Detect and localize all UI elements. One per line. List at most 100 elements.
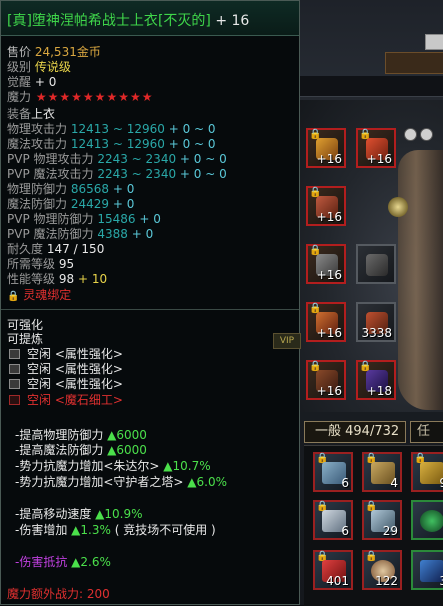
label: 级别 bbox=[7, 60, 32, 74]
can-enhance: 可强化 bbox=[7, 318, 43, 332]
price-row: 售价 24,531金币 bbox=[7, 45, 101, 59]
enhance-level: +16 bbox=[316, 384, 342, 398]
socket-slot-3: 空闲 <属性强化> bbox=[27, 377, 123, 391]
inventory-slot[interactable]: 🔒 4 bbox=[362, 452, 402, 492]
star-icon: ★ bbox=[71, 90, 82, 104]
hud-item-bar[interactable] bbox=[385, 52, 443, 74]
item-count: 3338 bbox=[361, 326, 392, 340]
inventory-slot[interactable] bbox=[411, 500, 443, 540]
phys-atk-row: 物理攻击力 12413 ~ 12960 + 0 ~ 0 bbox=[7, 122, 216, 136]
equip-slot-2[interactable]: 🔒 +16 bbox=[356, 128, 396, 168]
character-model bbox=[398, 150, 443, 410]
inventory-slot[interactable]: 🔒 29 bbox=[362, 500, 402, 540]
equip-slot-7[interactable]: 🔒 +16 bbox=[306, 360, 346, 400]
equip-slot-value: 上衣 bbox=[31, 107, 56, 121]
awaken-value: + 0 bbox=[34, 75, 57, 89]
extra-power-value: 200 bbox=[86, 587, 110, 601]
label: PVP 魔法防御力 bbox=[7, 227, 94, 241]
pvp-mag-atk-row: PVP 魔法攻击力 2243 ~ 2340 + 0 ~ 0 bbox=[7, 167, 227, 181]
item-base-name: 堕神涅帕希战士上衣 bbox=[31, 13, 158, 29]
perf-level-value: 98 bbox=[58, 272, 75, 286]
item-count: 3 bbox=[439, 575, 443, 587]
effect-value: ▲1.3% bbox=[71, 523, 111, 537]
item-tooltip: [真]堕神涅帕希战士上衣[不灭的] + 16 售价 24,531金币 级别 传说… bbox=[0, 0, 301, 605]
effect-label: -伤害抵抗 bbox=[15, 555, 68, 569]
socket-slot-4: 空闲 <魔石细工> bbox=[27, 393, 123, 407]
effect-label: -提高移动速度 bbox=[15, 507, 92, 521]
inventory-slot[interactable]: 🔒 122 bbox=[362, 550, 402, 590]
effect-label: -伤害增加 bbox=[15, 523, 68, 537]
grade-row: 级别 传说级 bbox=[7, 60, 71, 74]
pvp-mag-def-row: PVP 魔法防御力 4388 + 0 bbox=[7, 227, 153, 241]
effect-row-4: -势力抗魔力增加<守护者之塔> ▲6.0% bbox=[15, 475, 227, 489]
perf-level-bonus: + 10 bbox=[77, 272, 108, 286]
effect-value: ▲2.6% bbox=[71, 555, 111, 569]
stat-value: 2243 ~ 2340 bbox=[97, 152, 177, 166]
inventory-slot[interactable]: 🔒 401 bbox=[313, 550, 353, 590]
equip-slot-1[interactable]: 🔒 +16 bbox=[306, 128, 346, 168]
tab-general-inventory[interactable]: 一般 494/732 bbox=[304, 421, 406, 443]
effect-label: -势力抗魔力增加<朱达尔> bbox=[15, 459, 160, 473]
item-enhance-level: + 16 bbox=[215, 13, 250, 29]
durability-value: 147 / 150 bbox=[46, 242, 105, 256]
effect-label: -提高物理防御力 bbox=[15, 428, 104, 442]
inventory-slot[interactable]: 🔒 6 bbox=[313, 500, 353, 540]
radio-icon[interactable] bbox=[404, 128, 417, 141]
effect-row-3: -势力抗魔力增加<朱达尔> ▲10.7% bbox=[15, 459, 211, 473]
extra-power-row: 魔力额外战力: 200 bbox=[7, 587, 110, 601]
equip-slot-6[interactable]: 3338 bbox=[356, 302, 396, 342]
socket-slot-2: 空闲 <属性强化> bbox=[27, 362, 123, 376]
item-count: 6 bbox=[341, 524, 349, 538]
effect-label: -势力抗魔力增加<守护者之塔> bbox=[15, 475, 184, 489]
label: 魔法防御力 bbox=[7, 197, 68, 211]
divider bbox=[1, 309, 299, 310]
effect-row-6: -伤害增加 ▲1.3% ( 竞技场不可使用 ) bbox=[15, 523, 216, 537]
equip-slot-empty[interactable] bbox=[356, 244, 396, 284]
effect-row-1: -提高物理防御力 ▲6000 bbox=[15, 428, 147, 442]
soul-bind-text: 灵魂绑定 bbox=[23, 288, 72, 302]
effect-value: ▲6.0% bbox=[187, 475, 227, 489]
star-icon: ★ bbox=[129, 90, 141, 104]
stat-value: 12413 ~ 12960 bbox=[70, 122, 165, 136]
magic-row: 魔力 ★★★★★★★★★★ bbox=[7, 90, 154, 104]
label: 耐久度 bbox=[7, 242, 44, 256]
enhance-level: +16 bbox=[316, 268, 342, 282]
star-icon: ★ bbox=[94, 90, 106, 104]
hud-dark-band bbox=[300, 76, 443, 96]
shard-icon bbox=[366, 254, 388, 276]
inventory-slot[interactable]: 🔒 6 bbox=[313, 452, 353, 492]
equip-slot-8[interactable]: 🔒 +18 bbox=[356, 360, 396, 400]
socket-icon bbox=[9, 349, 20, 359]
enhance-level: +18 bbox=[366, 384, 392, 398]
stat-bonus: + 0 ~ 0 bbox=[168, 137, 216, 151]
orb-icon[interactable] bbox=[388, 197, 408, 217]
inventory-slot[interactable]: 🔒 9 bbox=[411, 452, 443, 492]
padlock-icon: 🔒 bbox=[365, 551, 378, 562]
item-count: 401 bbox=[326, 574, 349, 588]
item-count: 6 bbox=[341, 476, 349, 490]
item-count: 9 bbox=[439, 477, 443, 489]
stat-bonus: + 0 bbox=[139, 212, 161, 226]
equip-slot-5[interactable]: 🔒 +16 bbox=[306, 302, 346, 342]
socket-slot-1: 空闲 <属性强化> bbox=[27, 347, 123, 361]
item-suffix: [不灭的] bbox=[157, 13, 211, 29]
equip-slot-3[interactable]: 🔒 +16 bbox=[306, 186, 346, 226]
tab-quest-inventory[interactable]: 任 bbox=[410, 421, 443, 443]
enhance-level: +16 bbox=[316, 326, 342, 340]
pvp-phys-def-row: PVP 物理防御力 15486 + 0 bbox=[7, 212, 161, 226]
mag-atk-row: 魔法攻击力 12413 ~ 12960 + 0 ~ 0 bbox=[7, 137, 216, 151]
stat-bonus: + 0 ~ 0 bbox=[179, 167, 227, 181]
can-refine: 可提炼 bbox=[7, 332, 43, 346]
durability-row: 耐久度 147 / 150 bbox=[7, 242, 104, 256]
hud-close-box[interactable] bbox=[425, 34, 443, 50]
equip-slot-4[interactable]: 🔒 +16 bbox=[306, 244, 346, 284]
gear-icon[interactable] bbox=[420, 128, 433, 141]
price-value: 24,531 bbox=[34, 45, 77, 59]
inventory-slot[interactable]: 3 bbox=[411, 550, 443, 590]
label: 所需等级 bbox=[7, 257, 56, 271]
enhance-level: +16 bbox=[366, 152, 392, 166]
star-icon: ★ bbox=[35, 90, 47, 104]
label: PVP 物理防御力 bbox=[7, 212, 94, 226]
item-prefix: [真] bbox=[7, 13, 32, 29]
top-hud-strip bbox=[300, 0, 443, 97]
